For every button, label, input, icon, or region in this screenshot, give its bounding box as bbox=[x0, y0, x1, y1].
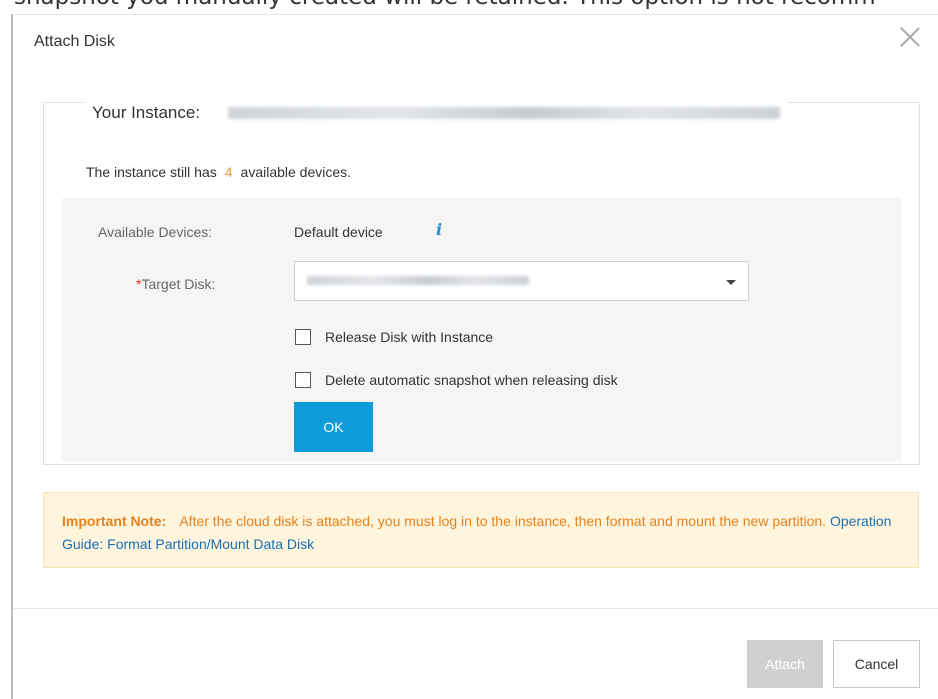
delete-snapshot-label: Delete automatic snapshot when releasing… bbox=[325, 372, 618, 388]
footer-divider bbox=[13, 608, 938, 609]
note-heading: Important Note: bbox=[62, 513, 167, 529]
note-text: After the cloud disk is attached, you mu… bbox=[179, 513, 827, 529]
attach-button[interactable]: Attach bbox=[747, 640, 823, 688]
release-disk-option[interactable]: Release Disk with Instance bbox=[295, 329, 493, 345]
target-disk-label: *Target Disk: bbox=[136, 276, 216, 292]
available-devices-label: Available Devices: bbox=[98, 224, 213, 240]
background-text: snapshot you manually created will be re… bbox=[14, 0, 876, 10]
release-disk-checkbox[interactable] bbox=[295, 329, 311, 345]
instance-name-redacted bbox=[228, 107, 781, 119]
info-icon[interactable]: i bbox=[436, 220, 442, 239]
delete-snapshot-checkbox[interactable] bbox=[295, 372, 311, 388]
chevron-down-icon bbox=[726, 280, 736, 285]
release-disk-label: Release Disk with Instance bbox=[325, 329, 494, 345]
cancel-button[interactable]: Cancel bbox=[833, 640, 920, 688]
target-disk-value-redacted bbox=[307, 276, 529, 285]
available-devices-text: The instance still has 4 available devices… bbox=[86, 164, 352, 180]
close-icon[interactable] bbox=[897, 24, 923, 50]
available-count: 4 bbox=[224, 164, 233, 180]
delete-snapshot-option[interactable]: Delete automatic snapshot when releasing… bbox=[295, 372, 618, 388]
instance-legend: Your Instance: bbox=[84, 97, 789, 129]
instance-label: Your Instance: bbox=[92, 103, 201, 122]
ok-button[interactable]: OK bbox=[294, 402, 373, 452]
important-note: Important Note: After the cloud disk is … bbox=[43, 492, 919, 568]
dialog-title: Attach Disk bbox=[34, 33, 115, 50]
available-devices-value: Default device bbox=[294, 224, 383, 240]
target-disk-select[interactable] bbox=[294, 261, 749, 301]
